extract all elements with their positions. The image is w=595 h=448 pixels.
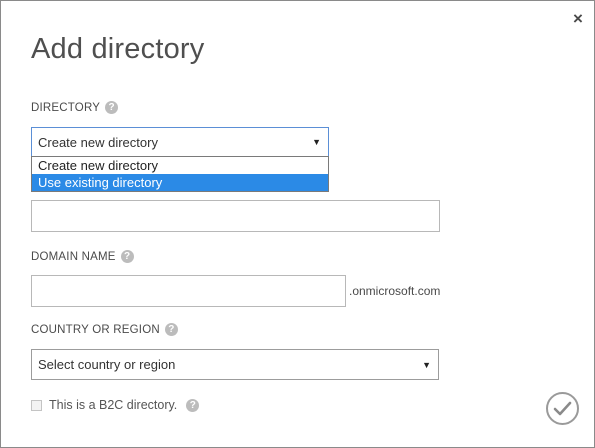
domain-suffix: .onmicrosoft.com [349,284,441,298]
checkmark-icon [553,401,572,415]
country-select[interactable]: Select country or region ▼ [31,349,439,380]
add-directory-dialog: × Add directory DIRECTORY ? Create new d… [0,0,595,448]
dropdown-option-use-existing[interactable]: Use existing directory [32,174,328,191]
dropdown-arrow-icon: ▼ [312,137,321,147]
close-icon[interactable]: × [569,10,587,28]
directory-dropdown-list: Create new directory Use existing direct… [31,156,329,192]
directory-label-row: DIRECTORY ? [31,101,119,114]
help-icon[interactable]: ? [120,250,134,263]
directory-select-value: Create new directory [38,134,158,150]
domain-label-row: DOMAIN NAME ? [31,250,134,263]
b2c-label: This is a B2C directory. [49,398,178,412]
dropdown-arrow-icon: ▼ [422,359,431,370]
directory-label: DIRECTORY [31,101,101,114]
b2c-checkbox[interactable] [31,399,42,411]
country-label-row: COUNTRY OR REGION ? [31,323,178,336]
help-icon[interactable]: ? [186,398,200,412]
help-icon[interactable]: ? [164,323,178,336]
directory-name-input[interactable] [31,200,440,232]
dropdown-option-create-new[interactable]: Create new directory [32,157,328,174]
domain-name-input[interactable] [31,275,346,307]
help-icon[interactable]: ? [105,101,119,114]
domain-name-label: DOMAIN NAME [31,250,116,263]
country-label: COUNTRY OR REGION [31,323,160,336]
dialog-title: Add directory [31,33,205,65]
confirm-button[interactable] [546,392,579,425]
directory-select[interactable]: Create new directory ▼ [31,127,329,157]
country-select-value: Select country or region [38,357,176,372]
b2c-row: This is a B2C directory. ? [31,398,200,412]
